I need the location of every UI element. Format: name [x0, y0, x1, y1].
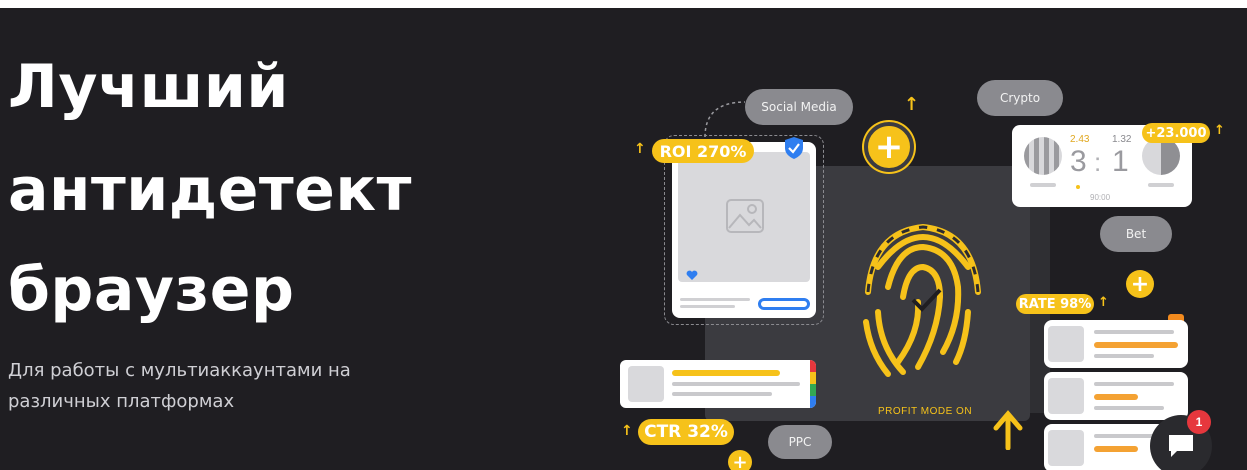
hero-subtitle: Для работы с мультиаккаунтами на различн…: [8, 355, 428, 417]
bet-tag: Bet: [1100, 216, 1172, 252]
thumbnail: [1048, 430, 1084, 466]
plus-icon: +: [728, 450, 752, 470]
roi-badge: ROI 270%: [652, 139, 754, 163]
highlight-line: [1094, 446, 1138, 452]
plus-icon: +: [1126, 270, 1154, 298]
google-color-strip: [810, 360, 816, 408]
text-line: [680, 298, 750, 301]
image-placeholder-icon: [726, 199, 764, 233]
up-arrow-icon: ↑: [1214, 123, 1225, 138]
text-line: [1094, 330, 1174, 334]
up-arrow-icon: ↑: [634, 141, 646, 157]
up-arrow-icon: ↑: [621, 423, 633, 439]
rate-badge: RATE 98%: [1016, 294, 1094, 314]
score-bonus-badge: +23.000: [1142, 123, 1210, 143]
text-line: [1094, 406, 1164, 410]
ad-list-card-1: [1044, 320, 1188, 368]
live-dot: [1076, 185, 1080, 189]
social-media-tag: Social Media: [745, 89, 853, 125]
hero-title-line-3: браузер: [8, 255, 295, 325]
thumbnail: [1048, 326, 1084, 362]
text-line: [1148, 183, 1174, 187]
card-action-pill: [758, 298, 810, 310]
highlight-line: [1094, 342, 1178, 348]
score-left: 3: [1070, 145, 1087, 178]
ctr-badge: CTR 32%: [638, 419, 734, 445]
profile-card: [672, 142, 816, 318]
hero-subtitle-line-1: Для работы с мультиаккаунтами на: [8, 360, 351, 381]
ppc-ad-card: [620, 360, 816, 408]
hero-section: Лучший антидетект браузер Для работы с м…: [0, 8, 1247, 470]
highlight-line: [1094, 394, 1138, 400]
heart-icon: [686, 270, 698, 280]
thumbnail: [1048, 378, 1084, 414]
text-line: [1094, 434, 1154, 438]
text-line: [680, 305, 735, 308]
image-placeholder: [678, 152, 810, 282]
large-up-arrow-icon: [993, 410, 1023, 450]
shield-check-icon: [785, 137, 803, 159]
plus-icon: +: [864, 122, 914, 172]
hero-title-line-2: антидетект: [8, 155, 412, 225]
text-line: [1094, 382, 1174, 386]
hero-title-line-1: Лучший: [8, 52, 289, 122]
team-left-logo: [1024, 137, 1062, 175]
up-arrow-icon: ↑: [1098, 295, 1109, 310]
odds-left: 2.43: [1070, 134, 1090, 145]
chat-bubble-icon: [1169, 435, 1193, 457]
odds-right: 1.32: [1112, 134, 1132, 145]
text-line: [1094, 354, 1154, 358]
text-line: [672, 392, 772, 396]
fingerprint-icon: [863, 223, 981, 377]
chat-unread-badge: 1: [1187, 410, 1211, 434]
text-line: [672, 382, 800, 386]
score-right: 1: [1112, 145, 1129, 178]
crypto-tag: Crypto: [977, 80, 1063, 116]
ad-list-card-2: [1044, 372, 1188, 420]
thumbnail: [628, 366, 664, 402]
ppc-tag: PPC: [768, 425, 832, 459]
text-line: [1030, 183, 1056, 187]
up-arrow-icon: ↑: [904, 94, 920, 115]
profit-mode-caption: PROFIT MODE ON: [878, 406, 973, 417]
highlight-line: [672, 370, 780, 376]
match-time: 90:00: [1090, 193, 1111, 202]
score-separator: :: [1094, 147, 1102, 177]
hero-subtitle-line-2: различных платформах: [8, 391, 235, 412]
